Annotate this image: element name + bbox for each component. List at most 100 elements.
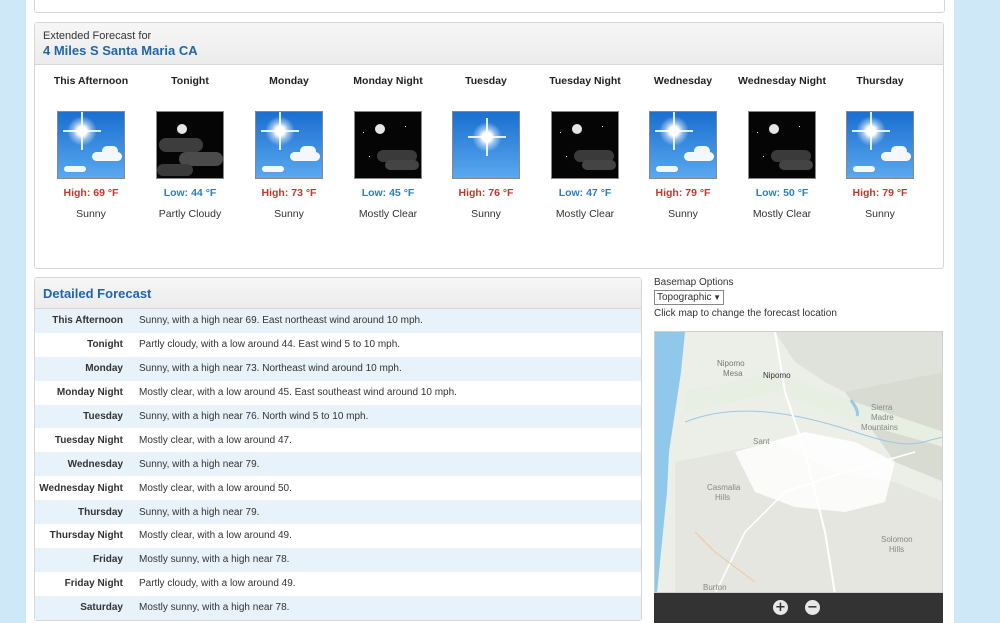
detailed-period-text: Mostly clear, with a low around 47. xyxy=(139,434,292,446)
period-name: Tuesday Night xyxy=(549,75,621,87)
detailed-period-label: Monday Night xyxy=(56,387,123,399)
period-description: Sunny xyxy=(865,208,895,220)
period-temperature: Low: 47 °F xyxy=(558,187,612,199)
map-label: Mountains xyxy=(861,423,898,432)
forecast-period[interactable]: Wednesday High: 79 °F Sunny xyxy=(634,67,732,220)
basemap-options-label: Basemap Options xyxy=(654,277,734,288)
detailed-period-label: Tuesday xyxy=(83,411,123,422)
detailed-period-label: Thursday xyxy=(77,506,123,518)
map-label: Nipomo xyxy=(717,359,745,368)
mostly-clear-night-icon xyxy=(748,111,816,179)
period-name: Thursday xyxy=(856,75,904,87)
zoom-out-button[interactable]: − xyxy=(805,600,820,615)
forecast-period[interactable]: Monday Night Low: 45 °F Mostly Clear xyxy=(339,67,437,220)
detailed-forecast-row: Thursday Night Mostly clear, with a low … xyxy=(35,524,641,548)
detailed-forecast-row: Tuesday Night Mostly clear, with a low a… xyxy=(35,428,641,452)
map-label: Nipomo xyxy=(763,371,791,380)
detailed-forecast-row: Friday Mostly sunny, with a high near 78… xyxy=(35,547,641,572)
map-label: Hills xyxy=(889,545,904,554)
detailed-period-text: Sunny, with a high near 69. East northea… xyxy=(139,315,423,327)
mostly-clear-night-icon xyxy=(354,111,422,179)
detailed-period-text: Partly cloudy, with a low around 49. xyxy=(139,578,296,590)
detailed-period-label: Friday Night xyxy=(64,578,123,590)
forecast-period[interactable]: Wednesday Night Low: 50 °F Mostly Clear xyxy=(733,67,831,220)
period-temperature: High: 79 °F xyxy=(852,187,908,199)
detailed-period-label: Friday xyxy=(92,554,123,566)
forecast-location[interactable]: 4 Miles S Santa Maria CA xyxy=(43,43,943,58)
map-label: Solomon xyxy=(881,535,913,544)
sunny-icon xyxy=(846,111,914,179)
detailed-forecast-title: Detailed Forecast xyxy=(35,278,641,309)
period-description: Mostly Clear xyxy=(358,208,418,220)
zoom-in-button[interactable]: + xyxy=(773,600,788,615)
map-label: Sierra xyxy=(871,403,893,412)
basemap-select[interactable]: Topographic ▼ xyxy=(654,290,724,305)
detailed-forecast-row: This Afternoon Sunny, with a high near 6… xyxy=(35,309,641,333)
detailed-period-text: Sunny, with a high near 79. xyxy=(139,506,260,518)
detailed-period-label: This Afternoon xyxy=(52,315,123,327)
map-label: Burton xyxy=(703,583,727,592)
detailed-forecast-row: Monday Night Mostly clear, with a low ar… xyxy=(35,381,641,405)
period-temperature: Low: 45 °F xyxy=(361,187,415,199)
forecast-period[interactable]: Tuesday High: 76 °F Sunny xyxy=(437,67,535,220)
period-description: Sunny xyxy=(668,208,698,220)
map-label: Madre xyxy=(871,413,894,422)
detailed-period-label: Wednesday xyxy=(67,458,123,470)
period-description: Mostly Clear xyxy=(555,208,615,220)
detailed-forecast-row: Thursday Sunny, with a high near 79. xyxy=(35,500,641,525)
period-name: Monday Night xyxy=(353,75,423,87)
sunny-icon xyxy=(255,111,323,179)
detailed-forecast-row: Saturday Mostly sunny, with a high near … xyxy=(35,595,641,620)
page-content: Extended Forecast for 4 Miles S Santa Ma… xyxy=(26,0,954,623)
detailed-period-label: Wednesday Night xyxy=(39,482,123,494)
detailed-period-text: Mostly sunny, with a high near 78. xyxy=(139,554,290,566)
detailed-period-label: Tonight xyxy=(87,339,123,351)
detailed-period-label: Monday xyxy=(85,363,123,375)
period-temperature: High: 73 °F xyxy=(261,187,317,199)
period-description: Partly Cloudy xyxy=(158,208,222,220)
period-description: Sunny xyxy=(471,208,501,220)
basemap-options: Basemap Options Topographic ▼ Click map … xyxy=(654,277,954,319)
extended-forecast-title: Extended Forecast for xyxy=(43,30,152,42)
forecast-periods: This Afternoon High: 69 °F Sunny Tonight xyxy=(35,67,943,267)
forecast-map[interactable]: Nipomo Mesa Nipomo Sant Sierra Madre Mou… xyxy=(654,331,943,593)
forecast-period[interactable]: Thursday High: 79 °F Sunny xyxy=(831,67,929,220)
extended-forecast-header: Extended Forecast for 4 Miles S Santa Ma… xyxy=(35,23,943,65)
detailed-forecast-panel: Detailed Forecast This Afternoon Sunny, … xyxy=(34,277,642,621)
partly-cloudy-night-icon xyxy=(156,111,224,179)
detailed-forecast-row: Monday Sunny, with a high near 73. North… xyxy=(35,356,641,381)
map-instruction: Click map to change the forecast locatio… xyxy=(654,308,837,319)
forecast-period[interactable]: Tuesday Night Low: 47 °F Mostly Clear xyxy=(536,67,634,220)
period-temperature: High: 79 °F xyxy=(655,187,711,199)
detailed-forecast-row: Friday Night Partly cloudy, with a low a… xyxy=(35,572,641,596)
extended-forecast-panel: Extended Forecast for 4 Miles S Santa Ma… xyxy=(34,22,944,269)
detailed-period-text: Partly cloudy, with a low around 44. Eas… xyxy=(139,339,401,351)
period-name: Tuesday xyxy=(465,75,507,87)
detailed-period-label: Tuesday Night xyxy=(54,434,123,446)
map-zoom-bar: + − xyxy=(654,593,943,623)
detailed-period-text: Sunny, with a high near 79. xyxy=(139,458,260,470)
map-canvas: Nipomo Mesa Nipomo Sant Sierra Madre Mou… xyxy=(655,332,942,592)
period-name: This Afternoon xyxy=(53,75,129,87)
period-temperature: High: 69 °F xyxy=(63,187,119,199)
period-name: Wednesday Night xyxy=(738,75,826,87)
period-temperature: Low: 50 °F xyxy=(755,187,809,199)
period-name: Wednesday xyxy=(653,75,713,87)
detailed-forecast-row: Wednesday Night Mostly clear, with a low… xyxy=(35,476,641,500)
period-description: Sunny xyxy=(76,208,106,220)
basemap-selected-value: Topographic xyxy=(657,292,712,303)
detailed-forecast-row: Tuesday Sunny, with a high near 76. Nort… xyxy=(35,404,641,429)
period-name: Monday xyxy=(269,75,309,87)
period-name: Tonight xyxy=(171,75,209,87)
forecast-period[interactable]: Monday High: 73 °F Sunny xyxy=(240,67,338,220)
mostly-clear-night-icon xyxy=(551,111,619,179)
map-label: Hills xyxy=(715,493,730,502)
sunny-icon xyxy=(57,111,125,179)
forecast-period[interactable]: Tonight Low: 44 °F Partly Cloudy xyxy=(141,67,239,220)
period-temperature: Low: 44 °F xyxy=(163,187,217,199)
map-label: Casmalia xyxy=(707,483,741,492)
period-temperature: High: 76 °F xyxy=(458,187,514,199)
detailed-period-label: Saturday xyxy=(80,602,123,614)
forecast-period[interactable]: This Afternoon High: 69 °F Sunny xyxy=(42,67,140,220)
sunny-icon xyxy=(649,111,717,179)
